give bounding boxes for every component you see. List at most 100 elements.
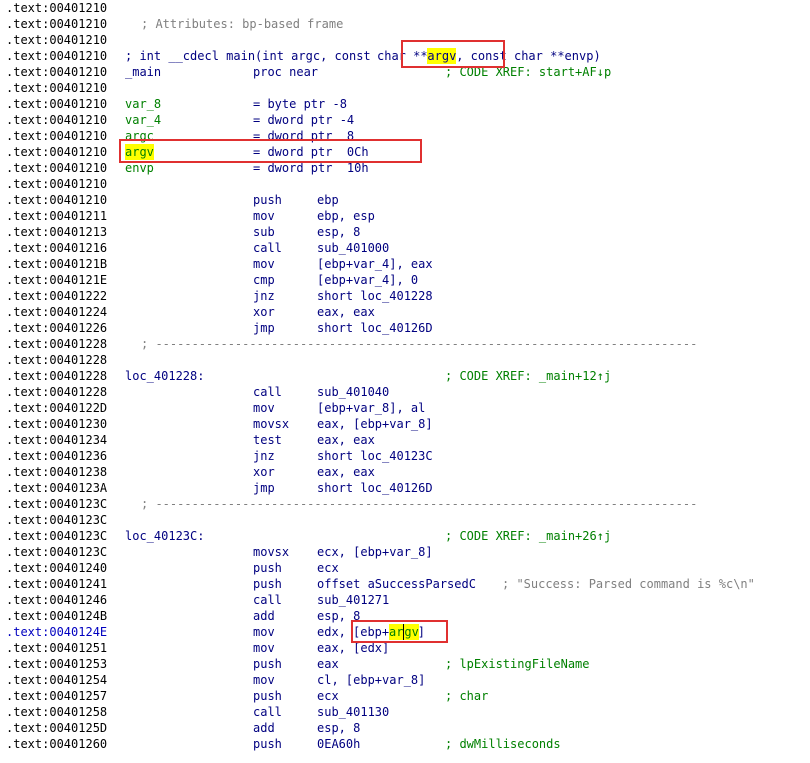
line-address: .text:0040124B <box>6 609 108 623</box>
listing-line[interactable]: .text:00401222 jnz short loc_401228 <box>0 288 810 304</box>
instruction-mnemonic: mov <box>253 673 275 687</box>
listing-line[interactable]: .text:00401210 <box>0 176 810 192</box>
instruction-operands: ecx <box>317 689 339 703</box>
line-address: .text:00401236 <box>6 449 108 463</box>
line-address: .text:00401254 <box>6 673 108 687</box>
instruction-operands: esp, 8 <box>317 721 361 735</box>
instruction-mnemonic: sub <box>253 225 275 239</box>
listing-line[interactable]: .text:00401234 test eax, eax <box>0 432 810 448</box>
listing-line[interactable]: .text:00401210 ; Attributes: bp-based fra… <box>0 16 810 32</box>
listing-line[interactable]: .text:00401210 envp = dword ptr 10h <box>0 160 810 176</box>
line-address: .text:00401210 <box>6 97 108 111</box>
instruction-mnemonic: movsx <box>253 545 290 559</box>
instruction-mnemonic: push <box>253 657 282 671</box>
listing-line[interactable]: .text:00401238 xor eax, eax <box>0 464 810 480</box>
listing-line[interactable]: .text:00401210 ; int __cdecl main(int arg… <box>0 48 810 64</box>
listing-line[interactable]: .text:0040123C movsx ecx, [ebp+var_8] <box>0 544 810 560</box>
line-address: .text:00401211 <box>6 209 108 223</box>
line-address: .text:00401257 <box>6 689 108 703</box>
line-address: .text:0040123C <box>6 545 108 559</box>
listing-line[interactable]: .text:0040122D mov [ebp+var_8], al <box>0 400 810 416</box>
listing-line[interactable]: .text:00401260 push 0EA60h ; dwMilliseconds <box>0 736 810 752</box>
instruction-mnemonic: test <box>253 433 282 447</box>
instruction-mnemonic: xor <box>253 465 275 479</box>
instruction-operands: eax, eax <box>317 465 375 479</box>
listing-line[interactable]: .text:0040121B mov [ebp+var_4], eax <box>0 256 810 272</box>
instruction-operands: ecx, [ebp+var_8] <box>317 545 433 559</box>
instruction-operands: [ebp+var_8], al <box>317 401 426 415</box>
instruction-mnemonic: mov <box>253 641 275 655</box>
instruction-mnemonic: proc near <box>253 65 319 79</box>
instruction-mnemonic: push <box>253 689 282 703</box>
listing-line[interactable]: .text:00401246 call sub_401271 <box>0 592 810 608</box>
listing-line[interactable]: .text:00401228 <box>0 352 810 368</box>
listing-line[interactable]: .text:00401228 ; ------------------------… <box>0 336 810 352</box>
line-address: .text:00401228 <box>6 385 108 399</box>
listing-line[interactable]: .text:00401210 _main proc near ; CODE XREF:… <box>0 64 810 80</box>
listing-line[interactable]: .text:00401210 <box>0 0 810 16</box>
instruction-operands: offset aSuccessParsedC <box>317 577 476 591</box>
line-address: .text:00401210 <box>6 17 108 31</box>
listing-line[interactable]: .text:0040123C <box>0 512 810 528</box>
instruction-operands: esp, 8 <box>317 225 361 239</box>
disassembly-listing[interactable]: .text:00401210 .text:00401210 ; Attributes… <box>0 0 810 752</box>
listing-line[interactable]: .text:00401224 xor eax, eax <box>0 304 810 320</box>
listing-line[interactable]: .text:00401213 sub esp, 8 <box>0 224 810 240</box>
listing-line[interactable]: .text:00401216 call sub_401000 <box>0 240 810 256</box>
line-address: .text:00401210 <box>6 145 108 159</box>
listing-line[interactable]: .text:0040123A jmp short loc_40126D <box>0 480 810 496</box>
listing-line[interactable]: .text:0040125D add esp, 8 <box>0 720 810 736</box>
listing-line[interactable]: .text:00401241 push offset aSuccessParsedC… <box>0 576 810 592</box>
listing-line[interactable]: .text:00401210 <box>0 80 810 96</box>
instruction-operands: esp, 8 <box>317 609 361 623</box>
listing-line[interactable]: .text:00401258 call sub_401130 <box>0 704 810 720</box>
line-address: .text:00401234 <box>6 433 108 447</box>
line-address: .text:00401241 <box>6 577 108 591</box>
listing-line[interactable]: .text:00401253 push eax ; lpExistingFileNam… <box>0 656 810 672</box>
instruction-mnemonic: call <box>253 593 282 607</box>
instruction-mnemonic: = dword ptr -4 <box>253 113 355 127</box>
highlighted-argv-label: argv <box>125 144 154 160</box>
line-address: .text:00401251 <box>6 641 108 655</box>
line-xref-comment: ; lpExistingFileName <box>445 657 590 671</box>
line-address: .text:00401246 <box>6 593 108 607</box>
instruction-mnemonic: movsx <box>253 417 290 431</box>
listing-line[interactable]: .text:00401210 var_8 = byte ptr -8 <box>0 96 810 112</box>
listing-line[interactable]: .text:0040124E mov edx, [ebp+ ar gv] <box>0 624 810 640</box>
line-address: .text:0040124E <box>6 625 108 639</box>
listing-line[interactable]: .text:00401210 var_4 = dword ptr -4 <box>0 112 810 128</box>
line-address: .text:0040123C <box>6 529 108 543</box>
listing-line[interactable]: .text:00401230 movsx eax, [ebp+var_8] <box>0 416 810 432</box>
line-address: .text:00401210 <box>6 113 108 127</box>
line-xref-comment: ; CODE XREF: _main+26↑j <box>445 529 612 543</box>
listing-line[interactable]: .text:00401210 <box>0 32 810 48</box>
listing-line[interactable]: .text:0040121E cmp [ebp+var_4], 0 <box>0 272 810 288</box>
instruction-mnemonic: push <box>253 193 282 207</box>
listing-line[interactable]: .text:00401228 loc_401228: ; CODE XREF: _m… <box>0 368 810 384</box>
listing-line[interactable]: .text:00401251 mov eax, [edx] <box>0 640 810 656</box>
instruction-operands: sub_401271 <box>317 593 390 607</box>
listing-line[interactable]: .text:0040123C ; ------------------------… <box>0 496 810 512</box>
instruction-operands: eax <box>317 657 339 671</box>
listing-line[interactable]: .text:0040124B add esp, 8 <box>0 608 810 624</box>
line-xref-comment: ; char <box>445 689 489 703</box>
line-address: .text:00401226 <box>6 321 108 335</box>
listing-line[interactable]: .text:00401236 jnz short loc_40123C <box>0 448 810 464</box>
line-address: .text:00401216 <box>6 241 108 255</box>
listing-line[interactable]: .text:00401210 push ebp <box>0 192 810 208</box>
instruction-mnemonic: mov <box>253 625 275 639</box>
line-address: .text:00401258 <box>6 705 108 719</box>
listing-line[interactable]: .text:00401228 call sub_401040 <box>0 384 810 400</box>
listing-line[interactable]: .text:00401211 mov ebp, esp <box>0 208 810 224</box>
listing-line[interactable]: .text:00401210 argc = dword ptr 8 <box>0 128 810 144</box>
listing-line[interactable]: .text:0040123C loc_40123C: ; CODE XREF: _m… <box>0 528 810 544</box>
listing-line[interactable]: .text:00401240 push ecx <box>0 560 810 576</box>
instruction-mnemonic: jmp <box>253 321 275 335</box>
listing-line[interactable]: .text:00401254 mov cl, [ebp+var_8] <box>0 672 810 688</box>
line-label: _main <box>125 65 162 79</box>
line-address: .text:0040123A <box>6 481 108 495</box>
listing-line[interactable]: .text:00401210 argv = dword ptr 0Ch <box>0 144 810 160</box>
listing-line[interactable]: .text:00401257 push ecx ; char <box>0 688 810 704</box>
listing-line[interactable]: .text:00401226 jmp short loc_40126D <box>0 320 810 336</box>
line-address: .text:00401230 <box>6 417 108 431</box>
